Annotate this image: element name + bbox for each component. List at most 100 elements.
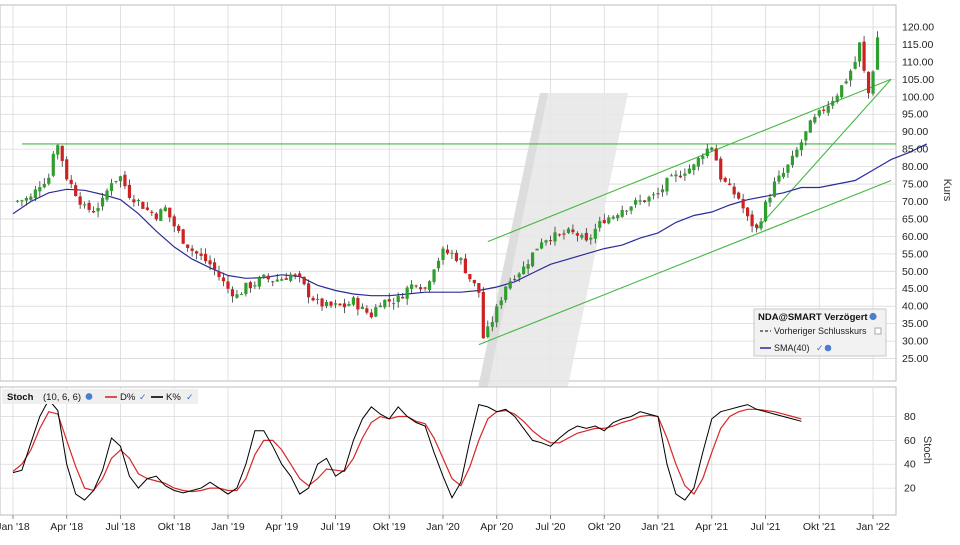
stoch-k-check-icon[interactable]: ✓ (186, 392, 194, 402)
candle-up (835, 95, 839, 102)
candle-up (589, 237, 593, 240)
candle-up (114, 180, 118, 182)
candle-up (136, 200, 140, 202)
candle-down (266, 275, 270, 280)
candle-down (571, 229, 575, 233)
candle-down (575, 233, 579, 236)
candle-down (822, 109, 826, 111)
candle-up (544, 240, 548, 243)
candle-down (481, 291, 485, 339)
price-y-tick-label: 85.00 (902, 144, 928, 156)
candle-down (284, 278, 288, 280)
candle-down (177, 225, 181, 231)
price-legend: NDA@SMART Verzögert Vorheriger Schlussku… (753, 308, 887, 357)
candle-up (763, 201, 768, 222)
candle-up (611, 216, 615, 219)
candle-down (298, 273, 302, 277)
candle-up (324, 302, 329, 307)
candle-up (831, 100, 835, 106)
price-y-tick-label: 25.00 (902, 353, 928, 365)
candle-up (625, 210, 629, 212)
candle-up (490, 321, 494, 327)
candle-up (804, 131, 808, 141)
legend-sma-globe-icon[interactable] (824, 344, 832, 352)
candle-up (109, 183, 114, 191)
price-y-tick-label: 115.00 (902, 39, 933, 51)
candle-down (248, 282, 252, 289)
candle-up (24, 198, 28, 201)
candle-down (150, 211, 154, 213)
candle-up (347, 304, 351, 306)
candle-down (732, 186, 736, 195)
legend-prev-close-label: Vorheriger Schlusskurs (774, 326, 867, 336)
legend-sma-check-icon[interactable]: ✓ (816, 343, 824, 353)
candle-down (584, 232, 588, 241)
candle-up (459, 258, 463, 261)
candle-down (302, 276, 306, 285)
price-y-tick-label: 35.00 (902, 318, 928, 330)
candle-down (750, 214, 754, 227)
stoch-y-tick-label: 60 (904, 435, 916, 447)
candle-down (862, 41, 866, 71)
candle-down (369, 312, 373, 318)
candle-up (786, 164, 790, 173)
candle-down (217, 271, 221, 278)
stoch-y-axis: 80 60 40 20 (904, 411, 916, 495)
stoch-k-label: K% (166, 392, 181, 403)
candle-down (463, 258, 467, 274)
candle-up (665, 177, 669, 192)
x-tick-label: Jan '18 (0, 521, 30, 533)
candle-up (638, 200, 642, 202)
stoch-d-check-icon[interactable]: ✓ (139, 392, 147, 402)
price-y-tick-label: 70.00 (902, 196, 928, 208)
candle-up (522, 266, 526, 275)
chart-canvas: 120.00 115.00 110.00 105.00 100.00 95.00 90.00… (0, 4, 953, 533)
candle-up (553, 232, 557, 242)
candle-up (427, 281, 432, 290)
candle-up (759, 221, 763, 229)
candle-down (728, 183, 732, 185)
x-tick-label: Jul '21 (751, 521, 781, 533)
candle-up (333, 303, 338, 305)
candle-up (432, 269, 436, 282)
candle-down (423, 287, 427, 289)
x-tick-label: Okt '21 (803, 521, 836, 533)
legend-prev-close-box[interactable] (874, 327, 882, 335)
candle-down (226, 281, 230, 289)
candle-down (190, 248, 194, 251)
candle-down (714, 148, 718, 161)
candle-up (535, 248, 539, 251)
candle-down (468, 274, 472, 280)
candle-up (378, 305, 382, 308)
candle-up (539, 242, 544, 249)
candle-up (620, 209, 624, 217)
candle-down (557, 234, 562, 236)
legend-globe-icon[interactable] (869, 312, 877, 321)
candle-down (127, 184, 132, 198)
candle-down (145, 207, 149, 210)
candle-down (60, 145, 64, 161)
candle-up (871, 71, 875, 94)
x-tick-label: Jul '20 (535, 521, 565, 533)
price-y-tick-label: 55.00 (902, 248, 928, 260)
candle-down (356, 298, 360, 310)
candle-up (530, 252, 535, 267)
candle-up (858, 42, 862, 62)
candle-down (741, 199, 745, 209)
candle-down (419, 287, 423, 290)
candle-up (817, 110, 821, 116)
candle-down (311, 297, 315, 301)
candle-up (262, 274, 266, 278)
candle-down (208, 260, 212, 265)
candle-up (840, 85, 844, 98)
x-tick-label: Okt '19 (373, 521, 406, 533)
stoch-globe-icon[interactable] (85, 393, 93, 400)
candle-down (132, 199, 136, 203)
candle-down (548, 240, 553, 242)
candle-up (405, 287, 409, 299)
x-tick-label: Apr '20 (480, 521, 513, 533)
candle-down (642, 200, 647, 203)
price-y-tick-label: 60.00 (902, 231, 928, 243)
candle-down (602, 219, 606, 224)
candle-down (754, 224, 759, 228)
